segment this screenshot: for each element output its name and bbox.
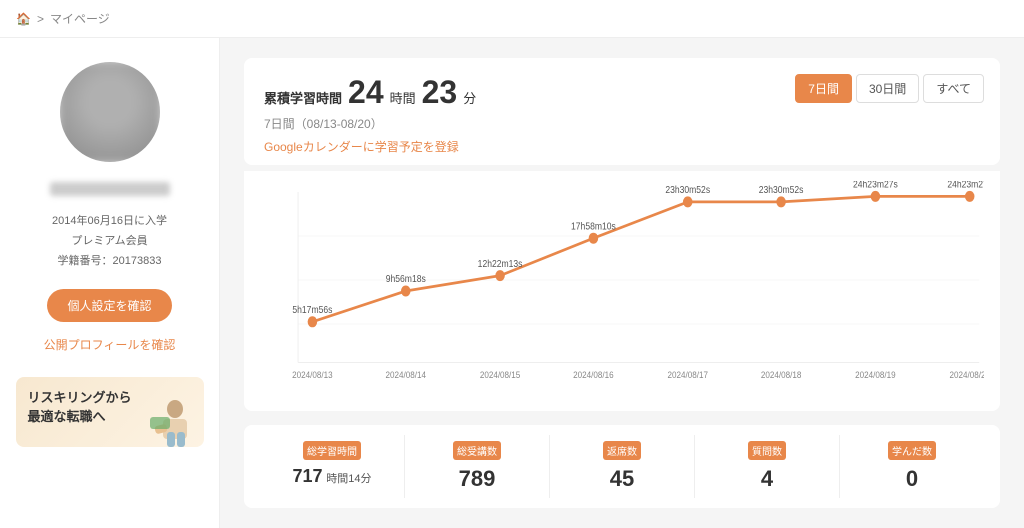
stat-label-learned: 学んだ数 [888, 441, 936, 460]
student-id: 学籍番号：20173833 [52, 252, 167, 272]
stat-label-total-time: 総学習時間 [303, 441, 361, 460]
chart-point-1 [401, 286, 411, 297]
hours-number: 24 [348, 74, 384, 111]
stat-value-courses: 789 [413, 466, 541, 492]
home-icon[interactable]: 🏠 [16, 12, 31, 26]
chart-point-2 [495, 270, 505, 281]
svg-text:17h58m10s: 17h58m10s [571, 221, 616, 232]
user-info: 2014年06月16日に入学 プレミアム会員 学籍番号：20173833 [52, 212, 167, 271]
chart-point-0 [308, 316, 318, 327]
stat-total-courses: 総受講数 789 [405, 435, 550, 498]
main-content: 累積学習時間 24 時間 23 分 7日間（08/13-08/20） Googl… [220, 38, 1024, 528]
hours-unit: 時間 [390, 88, 416, 107]
stat-label-courses: 総受講数 [453, 441, 501, 460]
banner[interactable]: リスキリングから 最適な転職へ [16, 377, 204, 447]
stat-label-questions: 質問数 [748, 441, 786, 460]
stat-absences: 返席数 45 [550, 435, 695, 498]
stat-value-questions: 4 [703, 466, 831, 492]
chart-point-3 [589, 233, 599, 244]
breadcrumb-separator: > [37, 12, 44, 26]
mins-number: 23 [422, 74, 458, 111]
stat-questions: 質問数 4 [695, 435, 840, 498]
chart-point-7 [965, 191, 975, 202]
cumulative-label: 累積学習時間 [264, 88, 342, 107]
chart-point-5 [776, 196, 786, 207]
svg-text:24h23m27s: 24h23m27s [947, 181, 984, 190]
stat-label-absences: 返席数 [603, 441, 641, 460]
period-btn-30days[interactable]: 30日間 [856, 74, 919, 103]
stat-value-total-time: 717 時間14分 [268, 466, 396, 487]
svg-text:12h22m13s: 12h22m13s [478, 258, 523, 269]
period-buttons: 7日間 30日間 すべて [795, 74, 984, 103]
period-btn-all[interactable]: すべて [923, 74, 984, 103]
sidebar: 2014年06月16日に入学 プレミアム会員 学籍番号：20173833 個人設… [0, 38, 220, 528]
stat-learned: 学んだ数 0 [840, 435, 984, 498]
stats-header: 累積学習時間 24 時間 23 分 7日間（08/13-08/20） Googl… [244, 58, 1000, 165]
stat-value-absences: 45 [558, 466, 686, 492]
banner-image [140, 392, 200, 447]
svg-text:2024/08/20: 2024/08/20 [949, 369, 984, 380]
google-cal-link[interactable]: Googleカレンダーに学習予定を登録 [264, 138, 459, 155]
svg-text:23h30m52s: 23h30m52s [665, 185, 710, 196]
user-name-blurred [50, 182, 170, 196]
breadcrumb: 🏠 > マイページ [0, 0, 1024, 38]
chart-point-6 [871, 191, 881, 202]
period-btn-7days[interactable]: 7日間 [795, 74, 852, 103]
membership: プレミアム会員 [52, 232, 167, 252]
main-layout: 2014年06月16日に入学 プレミアム会員 学籍番号：20173833 個人設… [0, 38, 1024, 528]
svg-text:2024/08/15: 2024/08/15 [480, 369, 521, 380]
svg-text:24h23m27s: 24h23m27s [853, 181, 898, 190]
mins-unit: 分 [463, 88, 476, 107]
breadcrumb-current: マイページ [50, 10, 110, 27]
settings-button[interactable]: 個人設定を確認 [47, 289, 171, 322]
stat-value-learned: 0 [848, 466, 976, 492]
svg-text:2024/08/17: 2024/08/17 [667, 369, 708, 380]
chart-point-4 [683, 196, 693, 207]
svg-text:2024/08/16: 2024/08/16 [573, 369, 614, 380]
chart-area: 5h17m56s 9h56m18s 12h22m13s 17h58m10s 23… [244, 171, 1000, 411]
public-profile-link[interactable]: 公開プロフィールを確認 [44, 336, 176, 353]
join-date: 2014年06月16日に入学 [52, 212, 167, 232]
stats-bottom: 総学習時間 717 時間14分 総受講数 789 返席数 45 質問数 4 [244, 425, 1000, 508]
svg-text:2024/08/14: 2024/08/14 [386, 369, 427, 380]
svg-text:2024/08/13: 2024/08/13 [292, 369, 333, 380]
avatar [60, 62, 160, 162]
svg-text:2024/08/18: 2024/08/18 [761, 369, 802, 380]
stat-total-time: 総学習時間 717 時間14分 [260, 435, 405, 498]
line-chart: 5h17m56s 9h56m18s 12h22m13s 17h58m10s 23… [260, 181, 984, 401]
svg-text:23h30m52s: 23h30m52s [759, 185, 804, 196]
period-label: 7日間（08/13-08/20） [264, 115, 980, 132]
svg-text:9h56m18s: 9h56m18s [386, 274, 426, 285]
svg-text:2024/08/19: 2024/08/19 [855, 369, 896, 380]
svg-text:5h17m56s: 5h17m56s [292, 304, 332, 315]
